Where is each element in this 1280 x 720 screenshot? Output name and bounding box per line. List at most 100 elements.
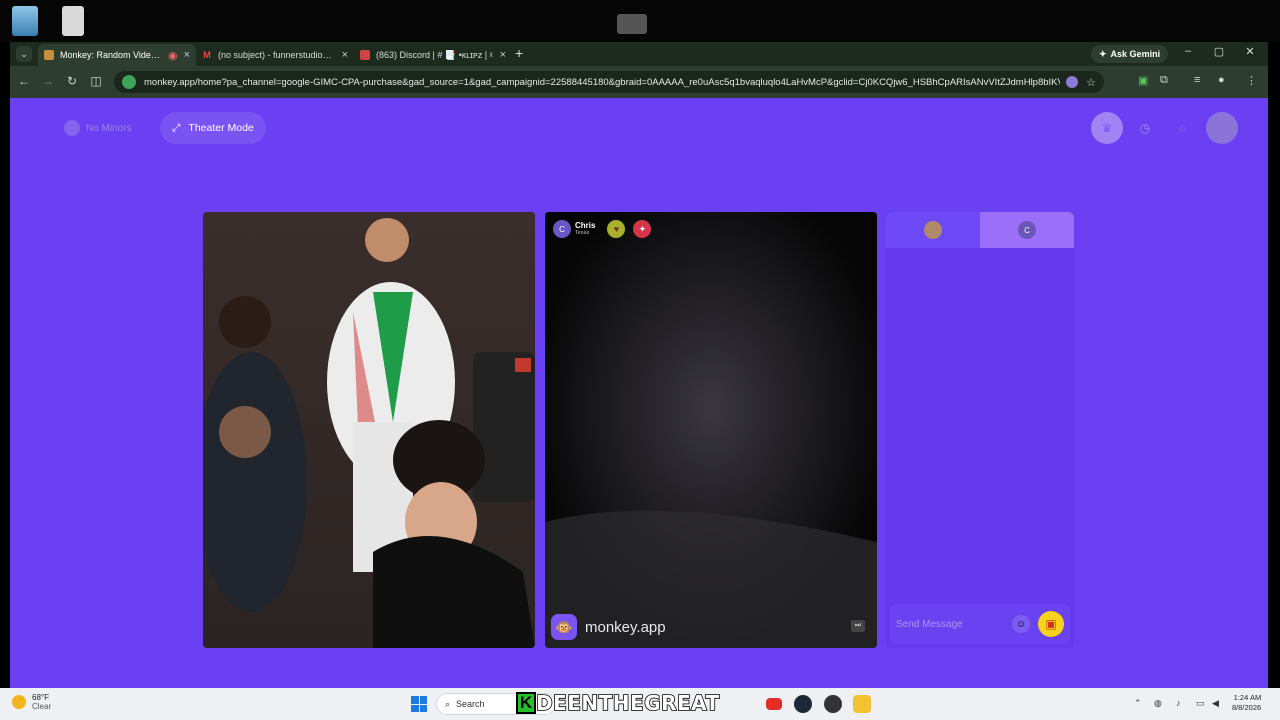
- address-bar[interactable]: monkey.app/home?pa_channel=google-GIMC-C…: [114, 71, 1104, 93]
- profile-icon[interactable]: ●: [1218, 74, 1225, 86]
- tray-chevron-icon[interactable]: ⌃: [1134, 698, 1142, 709]
- reload-icon[interactable]: ↻: [64, 74, 80, 88]
- monkey-watermark: 🐵 monkey.app: [551, 614, 666, 640]
- browser-window: ⌄ Monkey: Random Video Ch ◉ × M (no subj…: [10, 42, 1268, 688]
- peer-text: Chris Texas: [575, 221, 596, 237]
- tab-title: Monkey: Random Video Ch: [60, 50, 162, 60]
- overlay-name: DEENTHEGREAT: [535, 690, 720, 716]
- watermark-text: monkey.app: [585, 618, 666, 636]
- no-minors-icon: [64, 120, 80, 136]
- desktop-strip: [0, 0, 1280, 42]
- weather-widget[interactable]: 68°F Clear: [12, 693, 51, 711]
- tab-title: (863) Discord | # 📑 •ᴋʟɪᴘᴢ | ᵡ: [376, 49, 493, 60]
- back-icon[interactable]: ←: [16, 74, 32, 88]
- tab-discord[interactable]: (863) Discord | # 📑 •ᴋʟɪᴘᴢ | ᵡ ×: [354, 44, 512, 66]
- split-view-icon[interactable]: ◫: [88, 74, 104, 88]
- maximize-button[interactable]: ▢: [1209, 45, 1229, 58]
- network-icon[interactable]: ◍: [1154, 698, 1162, 709]
- url-text[interactable]: monkey.app/home?pa_channel=google-GIMC-C…: [144, 77, 1060, 88]
- gmail-favicon-icon: M: [203, 50, 211, 60]
- volume-icon[interactable]: ◀: [1212, 698, 1219, 709]
- chat-notifications-icon[interactable]: ◌: [1167, 112, 1199, 144]
- moon-weather-icon: [12, 695, 26, 709]
- peer-chat-avatar: C: [1018, 221, 1036, 239]
- reading-list-icon[interactable]: ≡: [1194, 74, 1200, 86]
- file-explorer-icon[interactable]: [853, 695, 871, 713]
- local-video-image: [203, 212, 535, 648]
- ask-gemini-label: Ask Gemini: [1110, 49, 1161, 59]
- no-minors-label: No Minors: [86, 122, 132, 134]
- desktop-thumbnail-icon[interactable]: [617, 14, 647, 34]
- extensions-puzzle-icon[interactable]: ⧉: [1160, 74, 1168, 87]
- recycle-bin-icon[interactable]: [12, 6, 38, 36]
- new-tab-button[interactable]: +: [515, 45, 523, 61]
- user-avatar[interactable]: [1206, 112, 1238, 144]
- expand-icon: ⤢: [172, 121, 181, 134]
- monkey-app-page: No Minors ⤢ Theater Mode ♛ ◷ ◌ C Chris T…: [10, 98, 1268, 688]
- discord-favicon-icon: [360, 50, 370, 60]
- monkey-favicon-icon: [44, 50, 54, 60]
- steam-app-icon[interactable]: [794, 695, 812, 713]
- emoji-icon[interactable]: ☺: [1012, 615, 1030, 633]
- youtube-app-icon[interactable]: [766, 698, 782, 710]
- site-info-icon[interactable]: [122, 75, 136, 89]
- no-minors-toggle[interactable]: No Minors: [54, 114, 142, 142]
- obs-app-icon[interactable]: [824, 695, 842, 713]
- chat-tab-peer[interactable]: C: [980, 212, 1074, 248]
- desktop-shortcut-icon[interactable]: [62, 6, 84, 36]
- tab-close-icon[interactable]: ×: [500, 49, 506, 61]
- weather-condition: Clear: [32, 702, 52, 711]
- history-icon[interactable]: ◷: [1129, 112, 1161, 144]
- remote-video-image: [545, 212, 877, 648]
- tab-close-icon[interactable]: ×: [342, 49, 348, 61]
- theater-mode-label: Theater Mode: [188, 122, 254, 134]
- search-label: Search: [456, 699, 485, 709]
- local-video-feed: [203, 212, 535, 648]
- message-composer: Send Message ☺ ▣: [890, 604, 1070, 644]
- self-avatar: [924, 221, 942, 239]
- system-clock[interactable]: 1:24 AM 8/8/2026: [1232, 693, 1261, 713]
- mic-icon[interactable]: ♪: [1176, 698, 1181, 708]
- monkey-logo-icon: 🐵: [551, 614, 577, 640]
- menu-kebab-icon[interactable]: ⋮: [1246, 74, 1257, 87]
- chat-panel: C Send Message ☺ ▣: [886, 212, 1074, 648]
- tab-search-button[interactable]: ⌄: [16, 46, 32, 62]
- chat-tab-self[interactable]: [886, 212, 980, 248]
- bookmark-star-icon[interactable]: ☆: [1086, 76, 1096, 89]
- heart-badge-icon[interactable]: ♥: [607, 220, 626, 238]
- browser-toolbar: ← → ↻ ◫ monkey.app/home?pa_channel=googl…: [10, 66, 1268, 98]
- sparkle-icon: ✦: [1099, 48, 1107, 59]
- send-message-input[interactable]: Send Message: [896, 619, 1012, 630]
- temperature: 68°F: [32, 693, 49, 702]
- search-icon: ⌕: [445, 698, 451, 709]
- start-windows-icon[interactable]: [411, 696, 427, 712]
- clock-time: 1:24 AM: [1233, 693, 1262, 702]
- extension-badge-icon[interactable]: ▣: [1138, 74, 1148, 87]
- close-window-button[interactable]: ✕: [1240, 45, 1260, 58]
- peer-avatar: C: [553, 220, 571, 238]
- tab-bar: ⌄ Monkey: Random Video Ch ◉ × M (no subj…: [10, 42, 1268, 66]
- minimize-button[interactable]: –: [1178, 45, 1198, 57]
- tab-close-icon[interactable]: ×: [184, 49, 190, 61]
- crown-icon[interactable]: ♛: [1091, 112, 1123, 144]
- theater-mode-button[interactable]: ⤢ Theater Mode: [160, 112, 266, 144]
- chat-tabs: C: [886, 212, 1074, 248]
- clock-date: 8/8/2026: [1232, 703, 1262, 712]
- ask-gemini-button[interactable]: ✦ Ask Gemini: [1091, 45, 1169, 63]
- tab-title: (no subject) - funnerstudios@g: [218, 50, 336, 60]
- record-icon: ◉: [167, 49, 178, 62]
- extension-icon[interactable]: [1066, 76, 1079, 88]
- peer-name: Chris: [575, 221, 596, 230]
- peer-location: Texas: [575, 230, 590, 236]
- skip-icon[interactable]: ⏭: [851, 620, 865, 632]
- taskbar: 68°F Clear ⌕ Search K DEENTHEGREAT ⌃ ◍ ♪…: [0, 688, 1280, 720]
- weather-text: 68°F Clear: [32, 693, 51, 711]
- tab-gmail[interactable]: M (no subject) - funnerstudios@g ×: [196, 44, 354, 66]
- gift-badge-icon[interactable]: ✦: [633, 220, 652, 238]
- gift-icon[interactable]: ▣: [1038, 611, 1064, 637]
- display-icon[interactable]: ▭: [1196, 698, 1205, 709]
- tab-monkey[interactable]: Monkey: Random Video Ch ◉ ×: [38, 44, 196, 66]
- remote-video-feed: C Chris Texas ♥ ✦ 🐵 monkey.app ⏭: [545, 212, 877, 648]
- forward-icon[interactable]: →: [40, 74, 56, 88]
- screen: ⌄ Monkey: Random Video Ch ◉ × M (no subj…: [0, 0, 1280, 720]
